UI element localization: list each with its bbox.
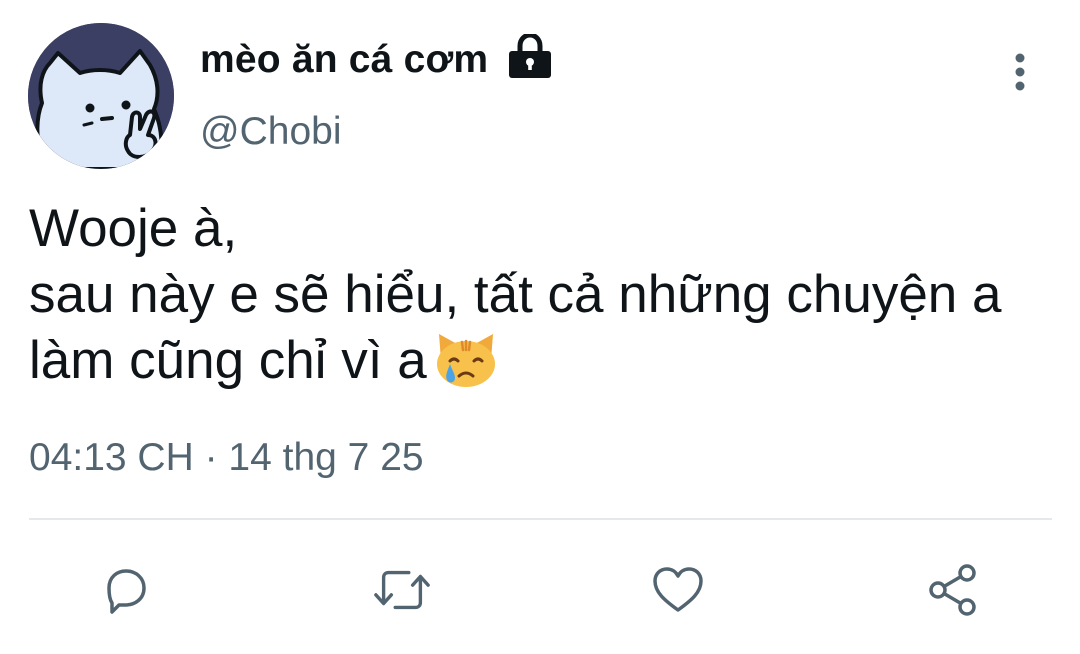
- tweet-card: mèo ăn cá cơm @Chobi Wooje à, sau này e …: [0, 0, 1080, 654]
- share-button[interactable]: [924, 560, 984, 620]
- reply-button[interactable]: [96, 560, 156, 620]
- white-cat-avatar-icon: [28, 23, 174, 169]
- tweet-text: Wooje à, sau này e sẽ hiểu, tất cả những…: [29, 196, 1001, 394]
- lock-icon: [506, 32, 554, 78]
- tweet-line-1: Wooje à,: [29, 199, 238, 258]
- divider: [29, 518, 1052, 520]
- retweet-icon: [374, 570, 430, 610]
- more-options-button[interactable]: [1000, 46, 1040, 98]
- avatar[interactable]: [28, 23, 174, 169]
- author-handle[interactable]: @Chobi: [200, 110, 342, 154]
- tweet-timestamp[interactable]: 04:13 CH · 14 thg 7 25: [29, 436, 424, 480]
- reply-icon: [107, 569, 146, 614]
- display-name-text: mèo ăn cá cơm: [200, 38, 489, 81]
- retweet-button[interactable]: [372, 560, 432, 620]
- share-icon: [929, 564, 976, 616]
- author-display-name[interactable]: mèo ăn cá cơm: [200, 32, 554, 82]
- tweet-line-3: làm cũng chỉ vì a: [29, 328, 1001, 394]
- like-button[interactable]: [648, 560, 708, 620]
- crying-cat-emoji-icon: [433, 330, 499, 388]
- tweet-line-2: sau này e sẽ hiểu, tất cả những chuyện a: [29, 265, 1002, 324]
- more-vertical-icon: [1015, 53, 1025, 91]
- heart-icon: [653, 567, 703, 612]
- tweet-line-3-text: làm cũng chỉ vì a: [29, 331, 427, 390]
